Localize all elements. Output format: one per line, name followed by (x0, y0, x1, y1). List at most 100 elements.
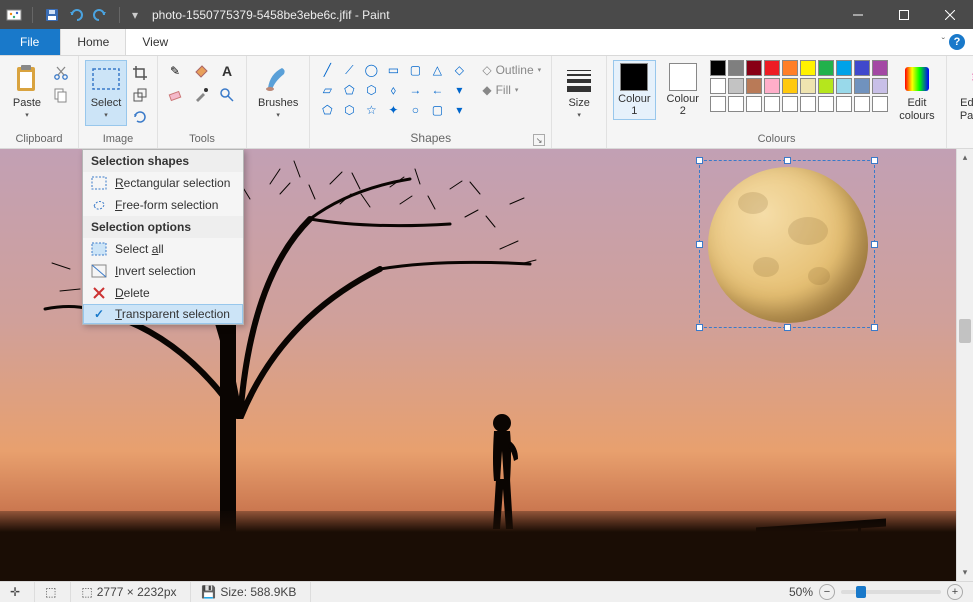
palette-swatch[interactable] (800, 78, 816, 94)
window-title: photo-1550775379-5458be3ebe6c.jfif - Pai… (146, 8, 835, 22)
eraser-tool[interactable] (164, 84, 186, 106)
palette-swatch[interactable] (800, 60, 816, 76)
palette-swatch[interactable] (854, 96, 870, 112)
text-tool[interactable]: A (216, 60, 238, 82)
menu-freeform-selection[interactable]: Free-form selection (83, 194, 243, 216)
rotate-button[interactable] (129, 106, 151, 128)
palette-swatch[interactable] (872, 96, 888, 112)
paint-app-icon (6, 7, 22, 23)
palette-swatch[interactable] (800, 96, 816, 112)
palette-swatch[interactable] (746, 96, 762, 112)
outline-icon: ◇ (482, 63, 491, 77)
palette-swatch[interactable] (746, 78, 762, 94)
shape-fill-button[interactable]: ◆Fill▾ (478, 80, 545, 100)
zoom-slider[interactable] (841, 590, 941, 594)
group-colours: Colour 1 Colour 2 Edit colours Colours (607, 56, 947, 148)
resize-button[interactable] (129, 84, 151, 106)
canvas-area[interactable]: Selection shapes Rectangular selection F… (0, 149, 973, 581)
palette-swatch[interactable] (710, 96, 726, 112)
zoom-out-button[interactable]: − (819, 584, 835, 600)
freeform-select-icon (91, 197, 107, 213)
menu-rectangular-selection[interactable]: Rectangular selection (83, 172, 243, 194)
crop-button[interactable] (129, 62, 151, 84)
close-button[interactable] (927, 0, 973, 29)
menu-invert-selection[interactable]: Invert selection (83, 260, 243, 282)
redo-icon[interactable] (89, 4, 111, 26)
tab-view[interactable]: View (126, 29, 185, 55)
palette-swatch[interactable] (728, 60, 744, 76)
palette-swatch[interactable] (872, 78, 888, 94)
ribbon-collapse-icon[interactable]: ˇ (942, 37, 945, 48)
tab-file[interactable]: File (0, 29, 60, 55)
palette-swatch[interactable] (836, 96, 852, 112)
palette-swatch[interactable] (764, 60, 780, 76)
undo-icon[interactable] (65, 4, 87, 26)
copy-button[interactable] (50, 84, 72, 106)
palette-swatch[interactable] (854, 60, 870, 76)
menu-delete[interactable]: Delete (83, 282, 243, 304)
selection-rectangle[interactable] (699, 160, 875, 328)
select-dropdown-menu: Selection shapes Rectangular selection F… (82, 149, 244, 325)
palette-swatch[interactable] (746, 60, 762, 76)
magnifier-tool[interactable] (216, 84, 238, 106)
menu-transparent-selection[interactable]: ✓ Transparent selection (83, 304, 243, 324)
colour-1-button[interactable]: Colour 1 (613, 60, 655, 120)
scroll-down-icon[interactable]: ▾ (957, 564, 973, 581)
palette-swatch[interactable] (818, 78, 834, 94)
group-image: Select ▾ Image (79, 56, 158, 148)
shapes-gallery[interactable]: ╱⟋◯▭▢△◇ ▱⬠⬡⬨→←▾ ⬠⬡☆✦○▢▾ (316, 60, 470, 120)
select-all-icon (91, 241, 107, 257)
palette-swatch[interactable] (872, 60, 888, 76)
fill-icon: ◆ (482, 83, 491, 97)
palette-swatch[interactable] (710, 78, 726, 94)
palette-swatch[interactable] (764, 78, 780, 94)
group-clipboard: Paste ▾ Clipboard (0, 56, 79, 148)
image-size-icon: ⬚ (81, 585, 92, 599)
select-button[interactable]: Select ▾ (85, 60, 127, 126)
pencil-tool[interactable]: ✎ (164, 60, 186, 82)
paint-3d-button[interactable]: Edit with Paint 3D (953, 60, 973, 126)
shapes-launcher[interactable]: ↘ (533, 134, 545, 146)
chevron-down-icon: ▾ (25, 111, 29, 119)
group-brushes: Brushes ▾ (247, 56, 310, 148)
qat-customize-icon[interactable]: ▾ (124, 4, 146, 26)
palette-swatch[interactable] (818, 60, 834, 76)
vertical-scrollbar[interactable]: ▴ ▾ (956, 149, 973, 581)
paste-icon (11, 63, 43, 95)
palette-swatch[interactable] (782, 96, 798, 112)
scroll-thumb[interactable] (959, 319, 971, 343)
palette-swatch[interactable] (728, 96, 744, 112)
tab-home[interactable]: Home (60, 29, 126, 55)
palette-swatch[interactable] (854, 78, 870, 94)
save-icon[interactable] (41, 4, 63, 26)
scroll-up-icon[interactable]: ▴ (957, 149, 973, 166)
picker-tool[interactable] (190, 84, 212, 106)
edit-colours-button[interactable]: Edit colours (894, 60, 940, 126)
palette-swatch[interactable] (782, 60, 798, 76)
brushes-button[interactable]: Brushes ▾ (253, 60, 303, 126)
minimize-button[interactable] (835, 0, 881, 29)
palette-swatch[interactable] (836, 78, 852, 94)
shape-outline-button[interactable]: ◇Outline▾ (478, 60, 545, 80)
palette-swatch[interactable] (728, 78, 744, 94)
fill-tool[interactable] (190, 60, 212, 82)
help-icon[interactable]: ? (949, 34, 965, 50)
palette-swatch[interactable] (782, 78, 798, 94)
edit-colours-icon (901, 63, 933, 95)
menu-select-all[interactable]: Select all (83, 238, 243, 260)
cut-button[interactable] (50, 62, 72, 84)
maximize-button[interactable] (881, 0, 927, 29)
paste-button[interactable]: Paste ▾ (6, 60, 48, 126)
palette-swatch[interactable] (836, 60, 852, 76)
size-button[interactable]: Size ▾ (558, 60, 600, 126)
ribbon: Paste ▾ Clipboard Select ▾ Image (0, 56, 973, 149)
disk-icon: 💾 (201, 585, 216, 599)
palette-swatch[interactable] (764, 96, 780, 112)
brush-icon (262, 63, 294, 95)
zoom-in-button[interactable]: + (947, 584, 963, 600)
delete-icon (91, 285, 107, 301)
colour-2-button[interactable]: Colour 2 (662, 60, 704, 120)
palette-swatch[interactable] (710, 60, 726, 76)
palette-swatch[interactable] (818, 96, 834, 112)
colour-palette[interactable] (710, 60, 888, 112)
